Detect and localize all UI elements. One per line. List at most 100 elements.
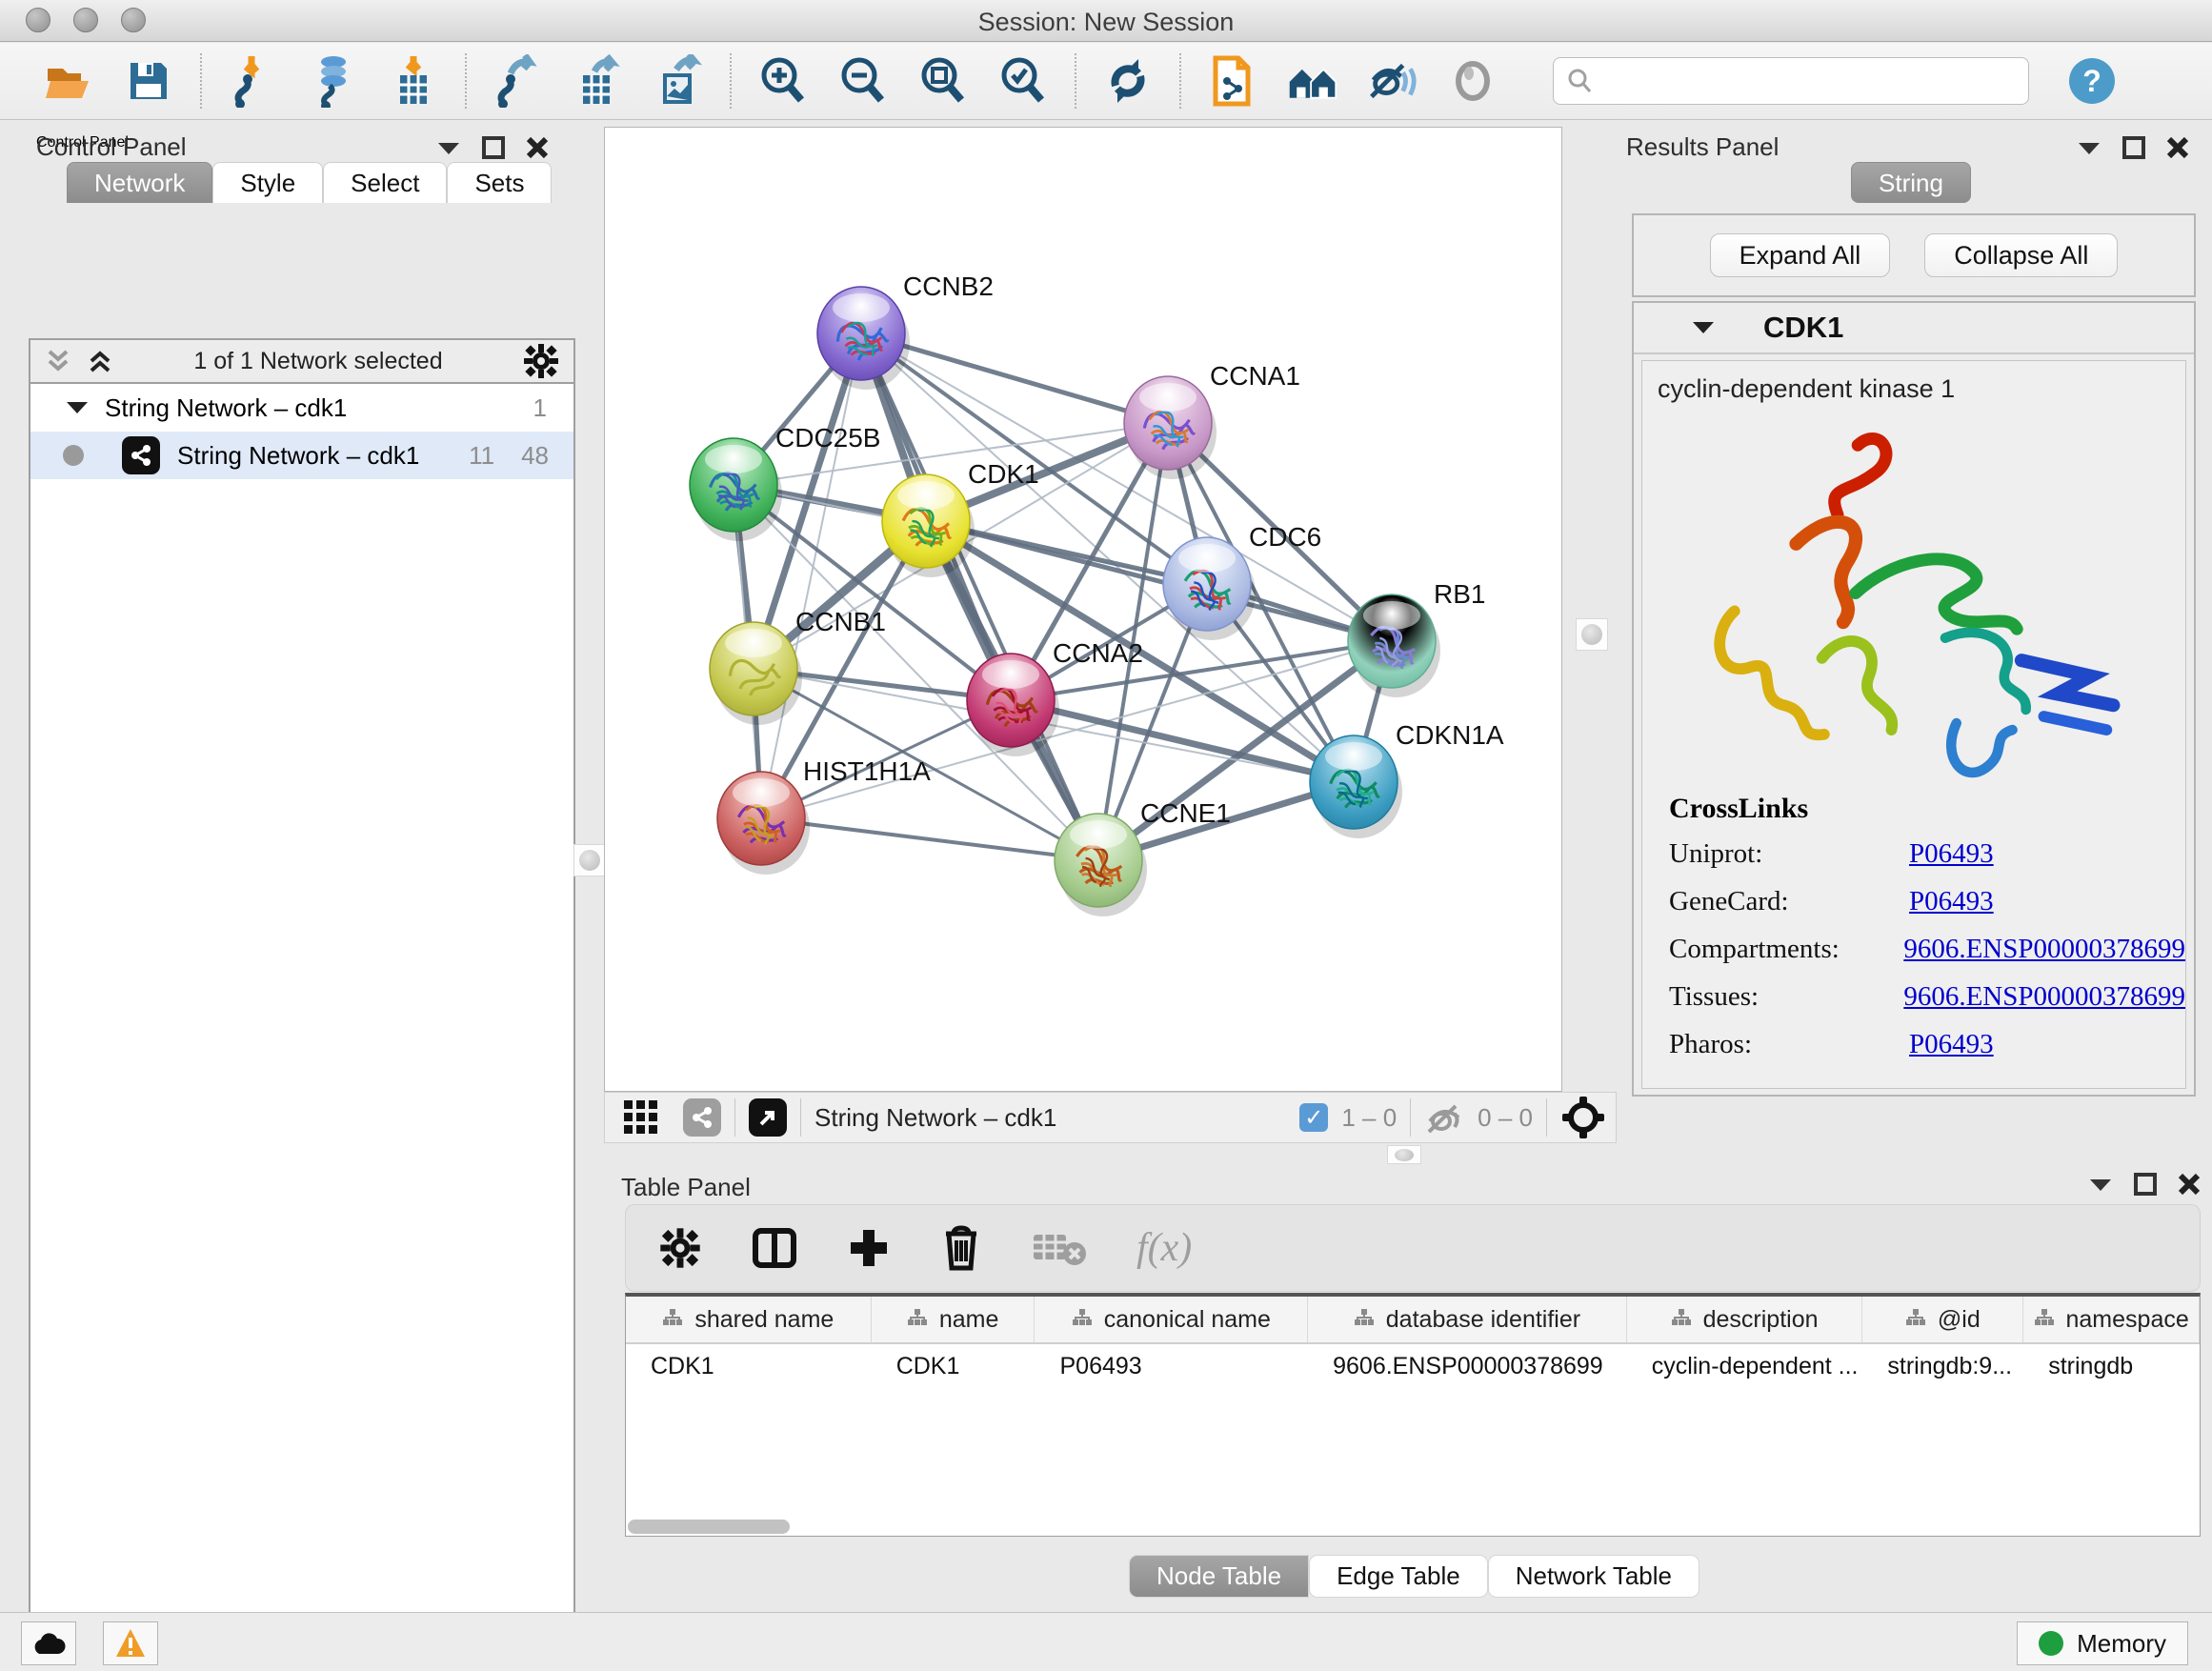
close-panel-icon[interactable]: [2166, 136, 2189, 159]
network-edge[interactable]: [761, 333, 861, 818]
memory-label: Memory: [2077, 1629, 2166, 1659]
table-settings-icon[interactable]: [658, 1226, 702, 1270]
node-label: CCNE1: [1140, 798, 1231, 828]
protein-structure-image: [1685, 412, 2142, 793]
crosslink-row: Pharos:P06493: [1669, 1029, 2185, 1060]
search-input[interactable]: [1553, 57, 2029, 105]
import-database-icon[interactable]: [307, 54, 360, 108]
save-session-icon[interactable]: [122, 54, 175, 108]
network-edge[interactable]: [761, 818, 1098, 860]
warning-button[interactable]: [103, 1621, 158, 1665]
column-header-shared-name[interactable]: shared name: [626, 1297, 872, 1342]
split-columns-icon[interactable]: [752, 1225, 797, 1271]
delete-column-icon[interactable]: [940, 1224, 982, 1272]
open-view-icon[interactable]: [749, 1098, 787, 1137]
gear-icon[interactable]: [522, 342, 560, 380]
pan-crosshair-icon[interactable]: [1560, 1095, 1606, 1140]
column-header--id[interactable]: @id: [1862, 1297, 2023, 1342]
maximize-panel-icon[interactable]: [2122, 136, 2145, 159]
network-edge-count: 48: [521, 441, 549, 471]
cloud-status-button[interactable]: [21, 1621, 76, 1665]
search-icon: [1565, 67, 1594, 95]
column-header-database-identifier[interactable]: database identifier: [1308, 1297, 1627, 1342]
horizontal-scrollbar[interactable]: [628, 1520, 790, 1534]
show-eye-icon[interactable]: [1446, 54, 1499, 108]
help-icon[interactable]: ?: [2065, 54, 2119, 108]
crosslink-label: Pharos:: [1669, 1029, 1909, 1060]
refresh-icon[interactable]: [1101, 54, 1155, 108]
collapse-all-button[interactable]: Collapse All: [1924, 233, 2118, 277]
table-cell[interactable]: CDK1: [872, 1344, 1036, 1388]
right-splitter-handle[interactable]: [1576, 618, 1608, 651]
table-cell[interactable]: stringdb:9...: [1862, 1344, 2023, 1388]
expand-collapse-box: Expand All Collapse All: [1632, 213, 2196, 297]
crosslink-link[interactable]: P06493: [1909, 1029, 1994, 1060]
zoom-fit-icon[interactable]: [916, 54, 970, 108]
grid-view-icon[interactable]: [622, 1098, 660, 1137]
export-image-icon[interactable]: [652, 54, 705, 108]
crosslink-row: GeneCard:P06493: [1669, 886, 2185, 917]
zoom-in-icon[interactable]: [756, 54, 810, 108]
open-file-icon[interactable]: [42, 54, 95, 108]
network-view-icon[interactable]: [683, 1098, 721, 1137]
import-network-icon[interactable]: [227, 54, 280, 108]
left-splitter-handle[interactable]: [573, 844, 606, 876]
table-cell[interactable]: cyclin-dependent ...: [1627, 1344, 1863, 1388]
network-icon: [122, 436, 160, 474]
crosslink-link[interactable]: P06493: [1909, 838, 1994, 870]
zoom-out-icon[interactable]: [836, 54, 890, 108]
column-type-icon: [1671, 1306, 1692, 1334]
close-panel-icon[interactable]: [2178, 1173, 2201, 1196]
network-row[interactable]: String Network – cdk1 11 48: [30, 432, 573, 479]
tab-sets[interactable]: Sets: [447, 162, 552, 203]
export-table-icon[interactable]: [572, 54, 625, 108]
string-document-icon[interactable]: [1206, 54, 1259, 108]
column-header-namespace[interactable]: namespace: [2023, 1297, 2200, 1342]
node-table[interactable]: shared namenamecanonical namedatabase id…: [625, 1293, 2201, 1537]
collection-expand-icon[interactable]: [65, 398, 90, 417]
network-canvas[interactable]: CCNB2CCNA1CDC25BCDK1CDC6RB1CCNB1CCNA2CDK…: [604, 127, 1562, 1092]
float-panel-icon[interactable]: [2088, 1176, 2113, 1193]
maximize-panel-icon[interactable]: [2134, 1173, 2157, 1196]
hide-glasses-icon[interactable]: [1366, 54, 1419, 108]
add-column-icon[interactable]: [847, 1226, 891, 1270]
network-edge[interactable]: [926, 521, 1392, 641]
close-panel-icon[interactable]: [526, 136, 549, 159]
collapse-all-icon[interactable]: [44, 348, 72, 374]
crosslink-link[interactable]: P06493: [1909, 886, 1994, 917]
export-network-icon[interactable]: [492, 54, 545, 108]
table-panel-title: Table Panel: [621, 1173, 751, 1202]
crosslink-link[interactable]: 9606.ENSP00000378699: [1903, 981, 2185, 1013]
zoom-selected-icon[interactable]: [996, 54, 1050, 108]
import-table-icon[interactable]: [387, 54, 440, 108]
tab-network[interactable]: Network: [67, 162, 212, 203]
control-panel-title: Control Panel: [36, 132, 187, 162]
gene-collapse-icon[interactable]: [1691, 318, 1716, 337]
expand-all-button[interactable]: Expand All: [1710, 233, 1891, 277]
hidden-eye-icon[interactable]: [1424, 1100, 1466, 1135]
memory-button[interactable]: Memory: [2017, 1621, 2188, 1665]
float-panel-icon[interactable]: [2077, 139, 2101, 156]
tab-style[interactable]: Style: [212, 162, 323, 203]
table-cell[interactable]: CDK1: [626, 1344, 872, 1388]
tab-network-table[interactable]: Network Table: [1488, 1555, 1699, 1598]
maximize-panel-icon[interactable]: [482, 136, 505, 159]
column-header-canonical-name[interactable]: canonical name: [1035, 1297, 1308, 1342]
selected-checkbox-icon[interactable]: ✓: [1299, 1103, 1328, 1132]
tab-edge-table[interactable]: Edge Table: [1309, 1555, 1488, 1598]
tab-string[interactable]: String: [1851, 162, 1971, 203]
homes-icon[interactable]: [1286, 54, 1339, 108]
tab-node-table[interactable]: Node Table: [1129, 1555, 1309, 1598]
column-header-description[interactable]: description: [1627, 1297, 1863, 1342]
column-header-name[interactable]: name: [872, 1297, 1036, 1342]
crosslink-link[interactable]: 9606.ENSP00000378699: [1903, 934, 2185, 965]
table-cell[interactable]: 9606.ENSP00000378699: [1308, 1344, 1627, 1388]
memory-status-dot: [2039, 1631, 2063, 1656]
table-cell[interactable]: P06493: [1035, 1344, 1308, 1388]
network-collection-row[interactable]: String Network – cdk1 1: [30, 384, 573, 432]
tab-select[interactable]: Select: [323, 162, 447, 203]
selected-counts: 1 – 0: [1341, 1103, 1397, 1133]
expand-all-icon[interactable]: [86, 348, 114, 374]
table-cell[interactable]: stringdb: [2023, 1344, 2200, 1388]
float-panel-icon[interactable]: [436, 139, 461, 156]
